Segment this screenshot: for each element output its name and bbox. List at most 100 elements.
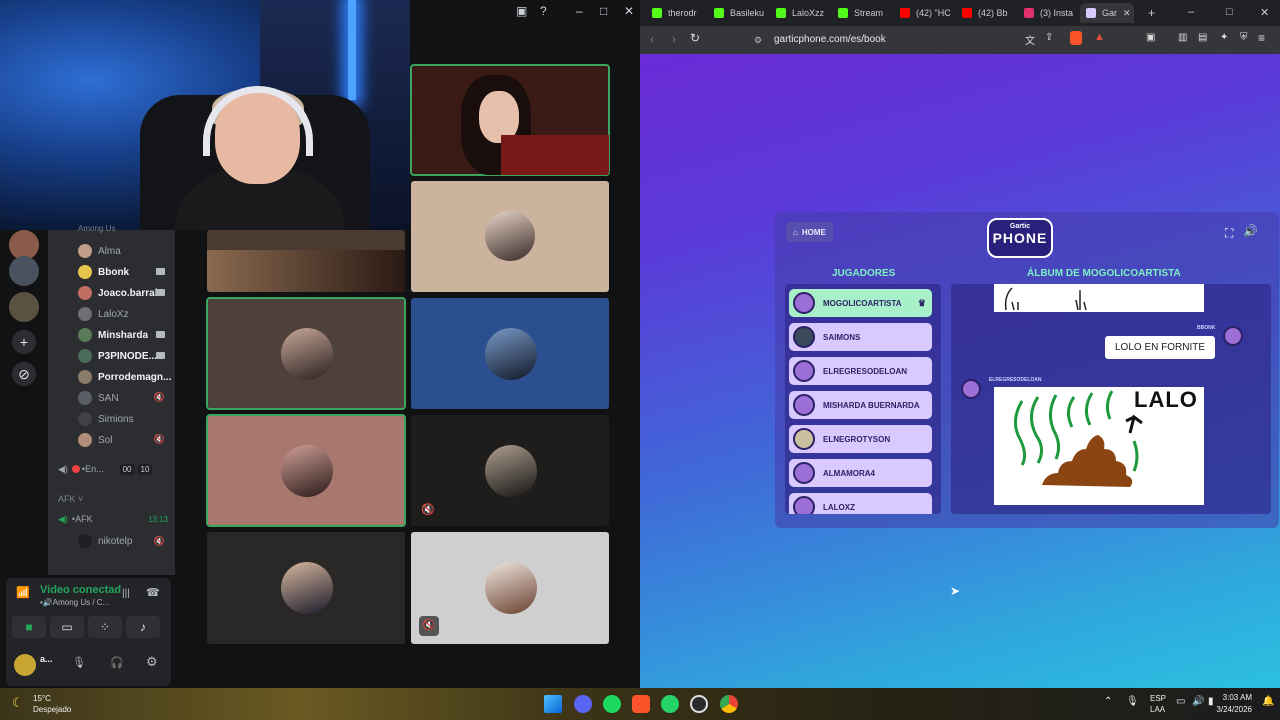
screen-share-button[interactable]: ▭	[50, 616, 84, 638]
afk-member[interactable]: nikotelp	[78, 532, 132, 550]
browser-tab[interactable]: therodr	[646, 3, 706, 23]
windows-start-icon[interactable]	[544, 695, 562, 713]
video-tile-active-speaker[interactable]	[410, 64, 610, 176]
explore-icon[interactable]: ⊘	[12, 362, 36, 386]
weather-moon-icon[interactable]: ☾	[12, 695, 24, 711]
voice-channel-en[interactable]: ◀) •En... 00 10	[58, 462, 153, 476]
voice-member[interactable]: Minsharda	[78, 326, 148, 344]
browser-tab[interactable]: Stream	[832, 3, 892, 23]
video-tile[interactable]: 🔇	[411, 532, 609, 644]
voice-member[interactable]: Simions	[78, 410, 134, 428]
network-icon[interactable]: ▭	[1176, 696, 1185, 707]
browser-tab[interactable]: (42) "HC	[894, 3, 954, 23]
video-tile[interactable]: 🔇	[411, 415, 609, 526]
browser-tab[interactable]: LaloXzz	[770, 3, 830, 23]
whatsapp-app-icon[interactable]	[661, 695, 679, 713]
voice-member[interactable]: SAN	[78, 389, 119, 407]
language-indicator[interactable]: ESP	[1150, 694, 1166, 703]
screenshot-icon[interactable]: ▣	[1146, 32, 1155, 43]
close-button[interactable]: ✕	[624, 4, 634, 18]
afk-category[interactable]: AFK ˅	[58, 494, 83, 504]
voice-member[interactable]: Sol	[78, 431, 112, 449]
home-button[interactable]: ⌂ HOME	[786, 222, 833, 242]
menu-icon[interactable]: ≡	[1258, 31, 1265, 45]
camera-on-icon	[156, 331, 165, 338]
settings-gear-icon[interactable]: ⚙	[146, 654, 158, 670]
minimize-button[interactable]: –	[1188, 6, 1194, 18]
obs-app-icon[interactable]	[690, 695, 708, 713]
activities-button[interactable]: ⁘	[88, 616, 122, 638]
back-icon[interactable]: ‹	[650, 32, 654, 46]
server-icon[interactable]	[9, 256, 39, 286]
popout-icon[interactable]: ▣	[516, 4, 527, 18]
discord-app-icon[interactable]	[574, 695, 592, 713]
video-tile[interactable]	[411, 298, 609, 409]
wallet-icon[interactable]: ▤	[1198, 32, 1207, 43]
voice-member[interactable]: LaloXz	[78, 305, 129, 323]
discord-titlebar: ▣ ? – □ ✕	[410, 0, 640, 24]
video-tile[interactable]	[207, 532, 405, 644]
voice-channel-path[interactable]: •🔊Among Us / C...	[40, 598, 109, 607]
clock-date[interactable]: 3/24/2026	[1213, 705, 1252, 714]
browser-tab[interactable]: (3) Insta	[1018, 3, 1078, 23]
video-tile[interactable]	[206, 297, 406, 410]
spotify-app-icon[interactable]	[603, 695, 621, 713]
weather-desc[interactable]: Despejado	[33, 705, 71, 714]
brave-shields-icon[interactable]	[1070, 31, 1082, 45]
tab-label: Gar	[1102, 8, 1118, 18]
language-layout[interactable]: LAA	[1150, 705, 1165, 714]
share-icon[interactable]: ⇪	[1045, 32, 1053, 43]
maximize-button[interactable]: □	[1226, 6, 1233, 18]
browser-tab[interactable]: Basileku	[708, 3, 768, 23]
voice-channel-afk[interactable]: ◀) •AFK 13:13	[58, 512, 168, 526]
headphones-icon[interactable]: 🎧	[110, 656, 124, 669]
microphone-tray-icon[interactable]: 🎙	[1126, 696, 1139, 707]
close-button[interactable]: ✕	[1260, 6, 1269, 19]
fullscreen-icon[interactable]: ⛶	[1225, 226, 1233, 241]
video-tile[interactable]	[411, 181, 609, 292]
clock-time[interactable]: 3:03 AM	[1222, 693, 1252, 702]
forward-icon[interactable]: ›	[672, 32, 676, 46]
tray-chevron-icon[interactable]: ⌃	[1104, 696, 1112, 707]
user-avatar[interactable]	[14, 654, 36, 676]
volume-tray-icon[interactable]: 🔊	[1192, 696, 1204, 707]
brave-app-icon[interactable]	[632, 695, 650, 713]
voice-member[interactable]: Porrodemagn...	[78, 368, 171, 386]
reload-icon[interactable]: ↻	[690, 31, 700, 45]
minimize-button[interactable]: –	[576, 4, 583, 18]
voice-member[interactable]: P3PINODE...	[78, 347, 157, 365]
volume-icon[interactable]: 🔊	[1243, 224, 1258, 238]
notifications-icon[interactable]: 🔔	[1262, 696, 1274, 707]
camera-button[interactable]: ■	[12, 616, 46, 638]
soundboard-button[interactable]: ♪	[126, 616, 160, 638]
add-server-icon[interactable]: +	[12, 330, 36, 354]
browser-tab[interactable]: Gar ✕	[1080, 3, 1134, 23]
new-tab-button[interactable]: +	[1148, 6, 1155, 20]
site-info-icon[interactable]: ⚙	[754, 30, 762, 50]
disconnect-icon[interactable]: ☎	[146, 586, 160, 599]
leo-icon[interactable]: ✦	[1220, 32, 1228, 43]
tab-label: LaloXzz	[792, 8, 825, 18]
voice-member[interactable]: Alma	[78, 242, 121, 260]
chrome-app-icon[interactable]	[720, 695, 738, 713]
video-tile[interactable]	[207, 230, 405, 292]
help-icon[interactable]: ?	[540, 4, 547, 18]
weather-temp[interactable]: 15°C	[33, 694, 51, 703]
close-tab-icon[interactable]: ✕	[1123, 8, 1131, 19]
vpn-icon[interactable]: ⛨	[1240, 32, 1248, 43]
voice-member[interactable]: Joaco.barral	[78, 284, 157, 302]
url-input[interactable]: ⚙ garticphone.com/es/book	[744, 30, 1124, 50]
voice-status[interactable]: Video conectad	[40, 584, 121, 596]
server-icon[interactable]	[9, 292, 39, 322]
video-tile[interactable]	[206, 414, 406, 527]
url-text: garticphone.com/es/book	[774, 34, 886, 45]
tab-favicon-icon	[962, 8, 972, 18]
microphone-icon[interactable]: 🎙	[72, 656, 86, 669]
browser-tab[interactable]: (42) Bb	[956, 3, 1016, 23]
translate-icon[interactable]: 文	[1025, 32, 1035, 47]
rewards-icon[interactable]: ▲	[1094, 31, 1105, 43]
noise-suppression-icon[interactable]: |||	[122, 588, 130, 599]
voice-member[interactable]: Bbonk	[78, 263, 129, 281]
maximize-button[interactable]: □	[600, 4, 607, 18]
sidebar-icon[interactable]: ▥	[1178, 32, 1187, 43]
